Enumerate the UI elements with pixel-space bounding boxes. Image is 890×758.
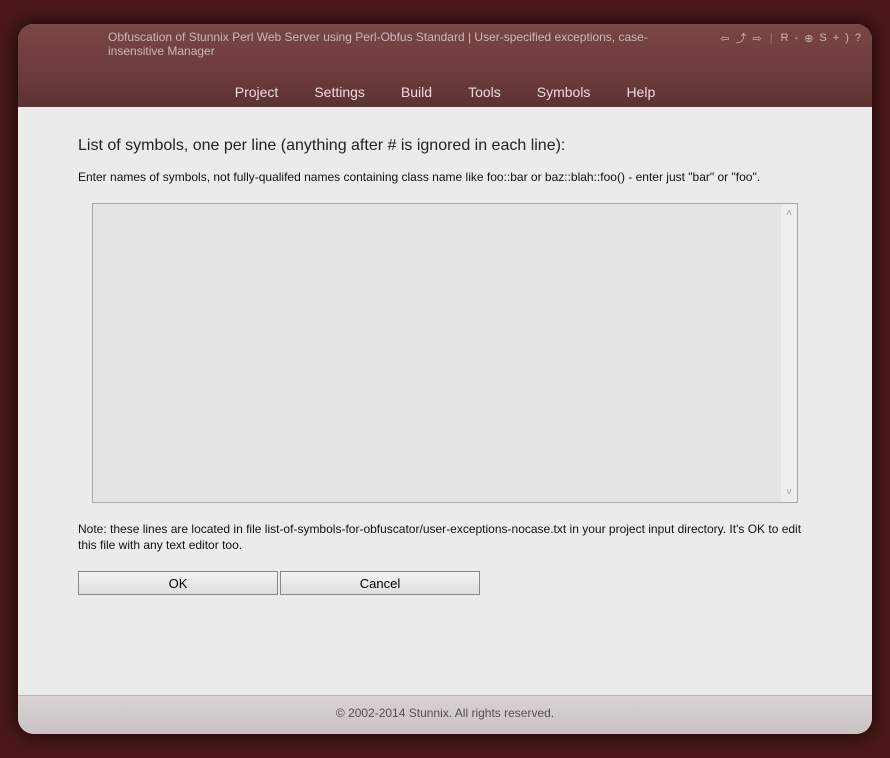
page-heading: List of symbols, one per line (anything … xyxy=(78,137,812,155)
nav-project[interactable]: Project xyxy=(217,79,297,107)
nav-help[interactable]: Help xyxy=(608,79,673,107)
nav-symbols[interactable]: Symbols xyxy=(519,79,609,107)
separator: | xyxy=(769,32,774,44)
symbols-textarea-container: ˄ ˅ xyxy=(92,203,798,503)
add-icon[interactable]: ⊕ xyxy=(803,32,814,45)
toolbar: ⇦ ⤴ ⇨ | R - ⊕ S + ) ? xyxy=(719,30,862,46)
copyright-text: © 2002-2014 Stunnix. All rights reserved… xyxy=(336,706,554,720)
window-title: Obfuscation of Stunnix Perl Web Server u… xyxy=(108,30,708,58)
reload-icon[interactable]: R xyxy=(780,32,790,44)
ok-button[interactable]: OK xyxy=(78,571,278,595)
help-icon[interactable]: ? xyxy=(854,32,862,44)
s-icon[interactable]: S xyxy=(818,32,827,44)
up-icon[interactable]: ⤴ xyxy=(735,30,748,46)
forward-icon[interactable]: ⇨ xyxy=(752,32,763,45)
button-row: OK Cancel xyxy=(78,571,812,595)
header: Obfuscation of Stunnix Perl Web Server u… xyxy=(18,24,872,78)
plus-icon[interactable]: + xyxy=(832,32,840,44)
back-icon[interactable]: ⇦ xyxy=(719,32,730,45)
app-window: Obfuscation of Stunnix Perl Web Server u… xyxy=(18,24,872,734)
nav-build[interactable]: Build xyxy=(383,79,450,107)
scrollbar[interactable]: ˄ ˅ xyxy=(781,204,797,502)
cancel-button[interactable]: Cancel xyxy=(280,571,480,595)
content: List of symbols, one per line (anything … xyxy=(18,107,872,695)
nav-tools[interactable]: Tools xyxy=(450,79,519,107)
nav-settings[interactable]: Settings xyxy=(296,79,383,107)
symbols-textarea[interactable] xyxy=(93,204,781,502)
paren-icon[interactable]: ) xyxy=(844,32,850,44)
dash-icon[interactable]: - xyxy=(794,32,800,44)
description-text: Enter names of symbols, not fully-qualif… xyxy=(78,169,812,185)
note-text: Note: these lines are located in file li… xyxy=(78,521,812,553)
scroll-down-icon[interactable]: ˅ xyxy=(786,487,792,498)
footer: © 2002-2014 Stunnix. All rights reserved… xyxy=(18,695,872,734)
main-nav: Project Settings Build Tools Symbols Hel… xyxy=(18,78,872,107)
scroll-up-icon[interactable]: ˄ xyxy=(786,208,792,219)
